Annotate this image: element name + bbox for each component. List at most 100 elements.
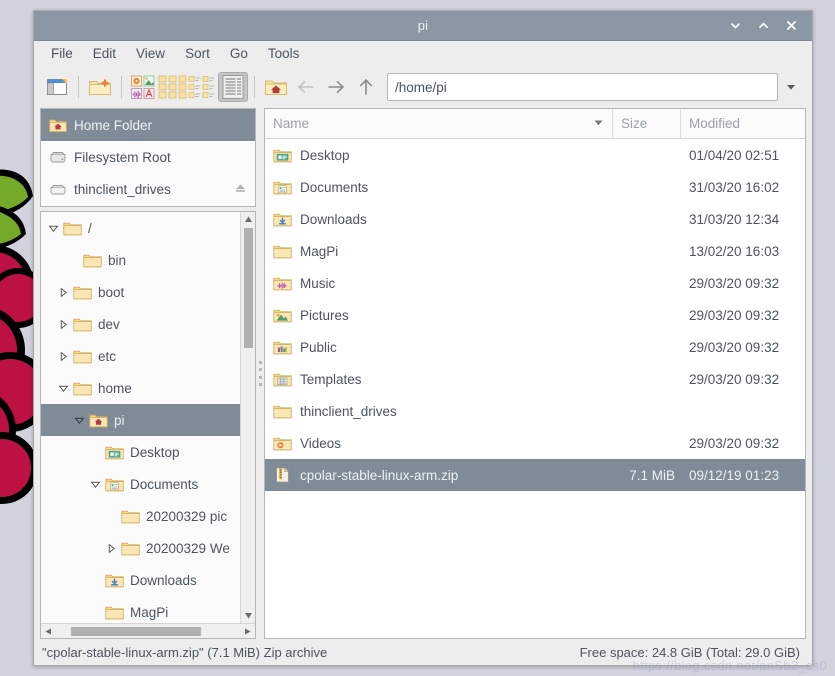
twisty-expanded-icon[interactable]: [55, 380, 71, 396]
twisty-collapsed-icon[interactable]: [103, 540, 119, 556]
file-name: Pictures: [300, 307, 349, 323]
folder-icon: [273, 405, 292, 418]
tree-item-desktop[interactable]: Desktop: [41, 436, 240, 468]
table-row[interactable]: Videos 29/03/20 09:32: [265, 427, 805, 459]
pane-splitter[interactable]: [256, 108, 264, 639]
twisty-expanded-icon[interactable]: [87, 476, 103, 492]
table-row[interactable]: Music 29/03/20 09:32: [265, 267, 805, 299]
tree-vertical-scrollbar[interactable]: [240, 212, 255, 623]
menu-view[interactable]: View: [127, 43, 174, 64]
table-row[interactable]: Desktop 01/04/20 02:51: [265, 139, 805, 171]
tree-hscroll-track[interactable]: [56, 624, 240, 639]
tree-item-20200329-pic[interactable]: 20200329 pic: [41, 500, 240, 532]
home-folder-icon: [49, 119, 67, 132]
toolbar-separator: [121, 76, 122, 98]
places-item-label: Home Folder: [74, 117, 153, 133]
scroll-down-button[interactable]: [241, 608, 256, 623]
folder-downloads-icon: [103, 573, 125, 588]
up-button[interactable]: [351, 72, 381, 102]
table-row[interactable]: Pictures 29/03/20 09:32: [265, 299, 805, 331]
twisty-expanded-icon[interactable]: [71, 412, 87, 428]
folder-desktop-icon: [103, 445, 125, 460]
icon-view-button[interactable]: [158, 72, 188, 102]
close-icon: [786, 21, 796, 30]
tree-item-home[interactable]: home: [41, 372, 240, 404]
tree-scroll-track[interactable]: [241, 227, 256, 608]
tree-horizontal-scrollbar[interactable]: [41, 623, 255, 638]
chevron-down-icon: [730, 23, 740, 29]
table-row[interactable]: Downloads 31/03/20 12:34: [265, 203, 805, 235]
column-header-name[interactable]: Name: [265, 109, 613, 138]
path-text: /home/pi: [395, 79, 447, 95]
table-row[interactable]: MagPi 13/02/20 16:03: [265, 235, 805, 267]
folder-icon: [71, 349, 93, 364]
tree-item-magpi[interactable]: MagPi: [41, 596, 240, 623]
menu-sort[interactable]: Sort: [176, 43, 219, 64]
eject-button[interactable]: [234, 181, 247, 197]
table-row[interactable]: Public 29/03/20 09:32: [265, 331, 805, 363]
path-dropdown-button[interactable]: [778, 73, 804, 101]
file-modified: 29/03/20 09:32: [689, 307, 780, 323]
compact-view-button[interactable]: [188, 72, 218, 102]
scroll-left-button[interactable]: [41, 624, 56, 639]
menu-go[interactable]: Go: [221, 43, 257, 64]
tree-item-downloads[interactable]: Downloads: [41, 564, 240, 596]
column-header-size[interactable]: Size: [613, 109, 681, 138]
status-selection-info: "cpolar-stable-linux-arm.zip" (7.1 MiB) …: [42, 644, 328, 660]
tree-item-label: Desktop: [130, 444, 180, 460]
places-item-thinclient-drives[interactable]: thinclient_drives: [41, 173, 255, 205]
twisty-expanded-icon[interactable]: [45, 220, 61, 236]
triangle-right-icon: [245, 628, 251, 634]
table-row[interactable]: thinclient_drives: [265, 395, 805, 427]
sort-descending-icon[interactable]: [589, 116, 604, 131]
title-bar[interactable]: pi: [34, 11, 812, 41]
table-row[interactable]: Documents 31/03/20 16:02: [265, 171, 805, 203]
close-button[interactable]: [784, 19, 798, 33]
file-modified: 01/04/20 02:51: [689, 147, 780, 163]
maximize-button[interactable]: [756, 19, 770, 33]
forward-button[interactable]: [321, 72, 351, 102]
path-input[interactable]: /home/pi: [387, 73, 778, 101]
detailed-list-view-button[interactable]: [218, 72, 248, 102]
scroll-up-button[interactable]: [241, 212, 256, 227]
column-header-modified[interactable]: Modified: [681, 109, 805, 138]
tree-item-label: 20200329 We: [146, 540, 230, 556]
tree-item-label: MagPi: [130, 604, 169, 620]
new-folder-button[interactable]: [85, 72, 115, 102]
thumbnail-view-button[interactable]: [128, 72, 158, 102]
tree-hscroll-thumb[interactable]: [71, 626, 201, 636]
sidebar-toggle-button[interactable]: [42, 72, 72, 102]
triangle-left-icon: [45, 628, 51, 634]
table-row[interactable]: Templates 29/03/20 09:32: [265, 363, 805, 395]
menu-file[interactable]: File: [42, 43, 82, 64]
file-name: Documents: [300, 179, 369, 195]
table-row[interactable]: cpolar-stable-linux-arm.zip 7.1 MiB 09/1…: [265, 459, 805, 491]
chevron-down-icon: [787, 85, 795, 90]
twisty-collapsed-icon[interactable]: [55, 284, 71, 300]
tree-item-etc[interactable]: etc: [41, 340, 240, 372]
back-button[interactable]: [291, 72, 321, 102]
menu-tools[interactable]: Tools: [259, 43, 309, 64]
tree-item-root[interactable]: /: [41, 212, 240, 244]
tree-item-bin[interactable]: bin: [41, 244, 240, 276]
thumbnail-view-icon: [131, 75, 155, 99]
file-name: Desktop: [300, 147, 350, 163]
tree-scroll-thumb[interactable]: [243, 228, 253, 348]
twisty-collapsed-icon[interactable]: [55, 316, 71, 332]
file-modified: 29/03/20 09:32: [689, 339, 780, 355]
tree-item-dev[interactable]: dev: [41, 308, 240, 340]
places-item-filesystem-root[interactable]: Filesystem Root: [41, 141, 255, 173]
minimize-button[interactable]: [728, 19, 742, 33]
tree-item-20200329-we[interactable]: 20200329 We: [41, 532, 240, 564]
file-list-pane: Name Size Modified Desktop 01/04/20 02:5…: [264, 108, 806, 639]
tree-item-documents[interactable]: Documents: [41, 468, 240, 500]
tree-item-boot[interactable]: boot: [41, 276, 240, 308]
places-item-home-folder[interactable]: Home Folder: [41, 109, 255, 141]
twisty-collapsed-icon[interactable]: [55, 348, 71, 364]
tree-item-pi[interactable]: pi: [41, 404, 240, 436]
home-button[interactable]: [261, 72, 291, 102]
directory-tree[interactable]: / bin boot dev etc home pi Desktop Docum…: [41, 212, 240, 623]
scroll-right-button[interactable]: [240, 624, 255, 639]
file-list[interactable]: Desktop 01/04/20 02:51 Documents 31/03/2…: [265, 139, 805, 638]
menu-edit[interactable]: Edit: [84, 43, 125, 64]
